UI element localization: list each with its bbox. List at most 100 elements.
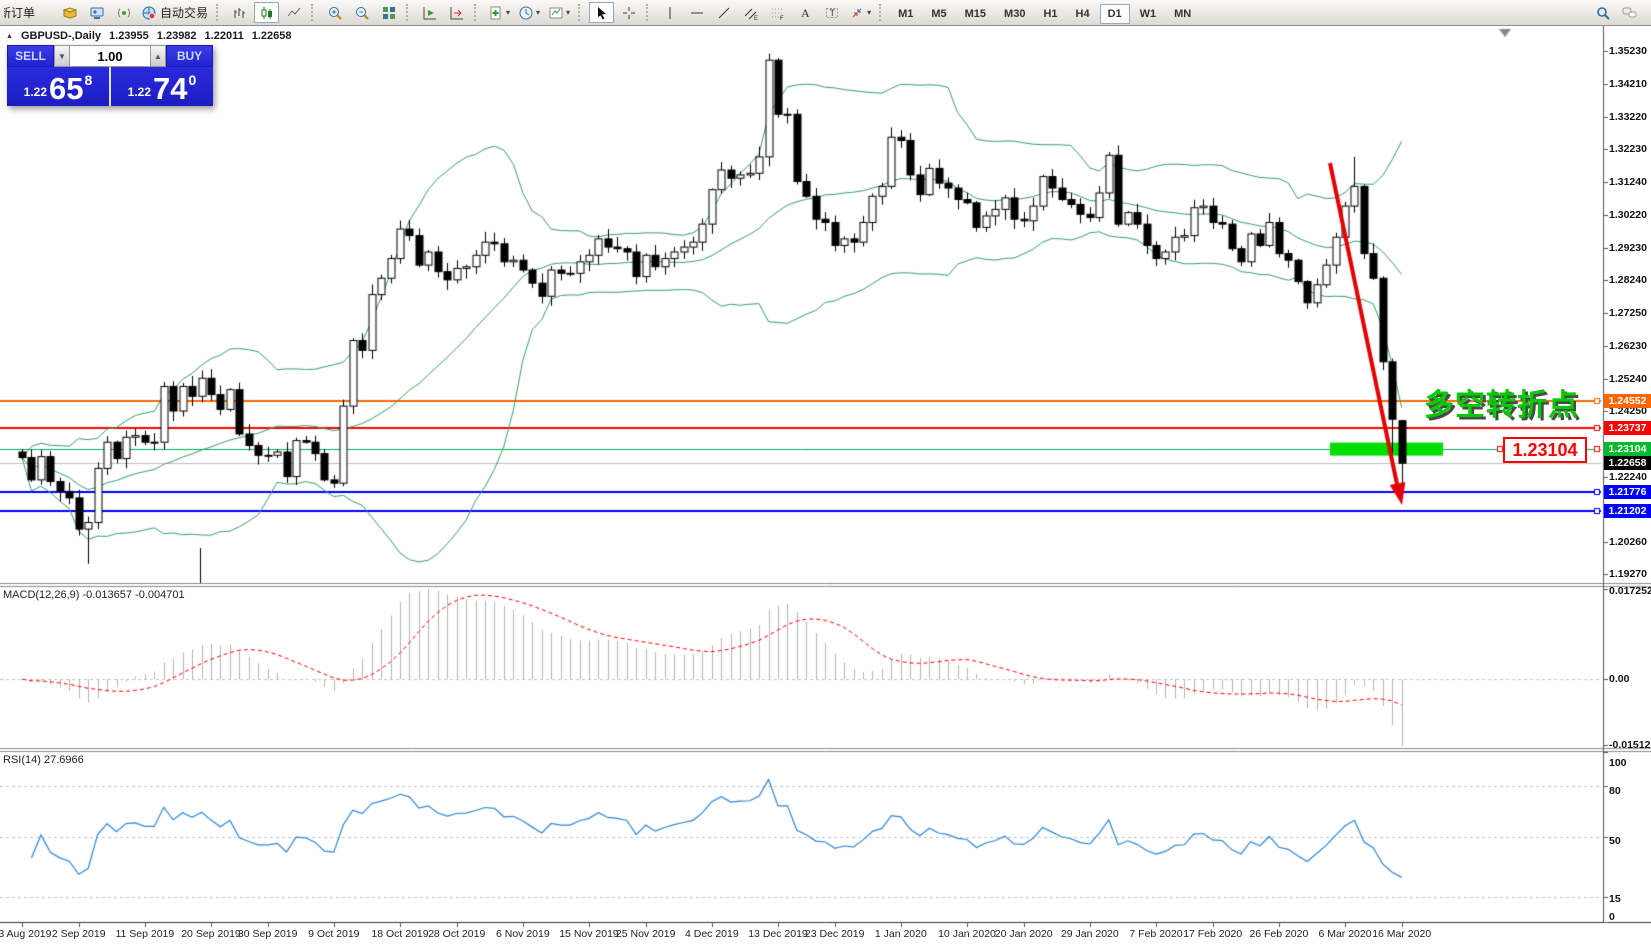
- toolbar-separator: [216, 4, 222, 21]
- autotrade-button[interactable]: 自动交易: [138, 2, 211, 23]
- templates-icon: [548, 5, 564, 21]
- search-icon: [1595, 5, 1611, 21]
- toolbar-separator: [311, 4, 317, 21]
- dropdown-caret: ▾: [536, 8, 540, 17]
- arrows-tool-icon: [849, 5, 865, 21]
- bar-open-value: 1.23955: [109, 30, 149, 42]
- fibonacci-tool-button[interactable]: F: [765, 2, 790, 23]
- candle-chart-icon: [259, 5, 275, 21]
- timeframe-button-D1[interactable]: D1: [1100, 4, 1130, 24]
- zoom-out-icon: [354, 5, 370, 21]
- trendline-icon: [716, 5, 732, 21]
- autotrade-icon: [141, 5, 157, 21]
- rsi-indicator-label: RSI(14) 27.6966: [3, 754, 84, 766]
- bar-chart-button[interactable]: [227, 2, 252, 23]
- timeframe-button-M30[interactable]: M30: [996, 4, 1033, 24]
- channel-tool-button[interactable]: E: [738, 2, 763, 23]
- fibonacci-icon: F: [770, 5, 786, 21]
- sell-price-sup: 8: [85, 72, 93, 88]
- toolbar-separator: [578, 4, 584, 21]
- symbol-collapse-icon[interactable]: ▲: [6, 33, 13, 40]
- periods-button[interactable]: ▾: [515, 2, 543, 23]
- cursor-icon: [594, 5, 610, 21]
- sell-button[interactable]: SELL: [7, 45, 54, 67]
- line-chart-button[interactable]: [281, 2, 306, 23]
- autoscroll-button[interactable]: [417, 2, 442, 23]
- line-chart-icon: [286, 5, 302, 21]
- price-chart-canvas[interactable]: [0, 0, 1651, 945]
- chat-button[interactable]: [1617, 2, 1642, 23]
- sell-price-big: 65: [49, 74, 83, 103]
- timeframe-button-M15[interactable]: M15: [957, 4, 994, 24]
- timeframe-button-H1[interactable]: H1: [1035, 4, 1065, 24]
- indicators-button[interactable]: ▾: [485, 2, 513, 23]
- market-watch-icon: [89, 5, 105, 21]
- cursor-button[interactable]: [589, 2, 614, 23]
- lot-value-field[interactable]: 1.00: [70, 45, 150, 67]
- lot-decrease-button[interactable]: ▼: [54, 45, 70, 67]
- bar-low-value: 1.22011: [205, 30, 244, 42]
- sell-price-display[interactable]: 1.22 65 8: [7, 67, 109, 106]
- text-label-icon: T: [824, 5, 840, 21]
- buy-price-sup: 0: [189, 72, 197, 88]
- timeframe-toolbar: M1M5M15M30H1H4D1W1MN: [889, 4, 1200, 22]
- buy-price-small: 1.22: [128, 85, 151, 99]
- templates-button[interactable]: ▾: [545, 2, 573, 23]
- zoom-out-button[interactable]: [349, 2, 374, 23]
- new-order-button[interactable]: 新订单: [3, 2, 55, 23]
- bar-chart-icon: [232, 5, 248, 21]
- buy-price-big: 74: [153, 74, 187, 103]
- toolbar-right-icons: [1589, 2, 1643, 23]
- chart-shift-button[interactable]: [444, 2, 469, 23]
- arrows-tool-button[interactable]: ▾: [846, 2, 874, 23]
- label-tool-button[interactable]: T: [819, 2, 844, 23]
- new-order-label: 新订单: [3, 4, 35, 21]
- toolbar-separator: [474, 4, 480, 21]
- crosshair-icon: [621, 5, 637, 21]
- trading-terminal-window: 新订单 自动交易 ▾ ▾ ▾ E F A T ▾ M1M5M15M30H1H4D…: [0, 0, 1651, 945]
- main-toolbar: 新订单 自动交易 ▾ ▾ ▾ E F A T ▾ M1M5M15M30H1H4D…: [0, 0, 1651, 26]
- bar-high-value: 1.23982: [157, 30, 197, 42]
- signal-icon: [116, 5, 132, 21]
- text-tool-button[interactable]: A: [792, 2, 817, 23]
- signal-button[interactable]: [111, 2, 136, 23]
- one-click-trading-panel: SELL ▼ 1.00 ▲ BUY 1.22 65 8 1.22 74 0: [7, 45, 213, 106]
- buy-button[interactable]: BUY: [166, 45, 213, 67]
- zoom-in-button[interactable]: [322, 2, 347, 23]
- vertical-line-icon: [662, 5, 678, 21]
- vertical-line-tool-button[interactable]: [657, 2, 682, 23]
- chat-icon: [1621, 5, 1638, 21]
- timeframe-button-M5[interactable]: M5: [923, 4, 954, 24]
- tile-windows-button[interactable]: [376, 2, 401, 23]
- autoscroll-icon: [422, 5, 438, 21]
- search-button[interactable]: [1590, 2, 1615, 23]
- svg-text:E: E: [754, 16, 758, 21]
- text-tool-icon: A: [797, 5, 813, 21]
- horizontal-line-tool-button[interactable]: [684, 2, 709, 23]
- lot-stepper: ▼ 1.00 ▲: [54, 45, 166, 67]
- candle-chart-button[interactable]: [254, 2, 279, 23]
- symbol-name: GBPUSD-,Daily: [21, 30, 101, 42]
- timeframe-button-W1[interactable]: W1: [1132, 4, 1165, 24]
- horizontal-line-icon: [689, 5, 705, 21]
- timeframe-button-M1[interactable]: M1: [890, 4, 921, 24]
- lot-increase-button[interactable]: ▲: [150, 45, 166, 67]
- turning-point-annotation[interactable]: 多空转折点: [1424, 380, 1579, 424]
- trendline-tool-button[interactable]: [711, 2, 736, 23]
- dropdown-caret: ▾: [506, 8, 510, 17]
- autotrade-label: 自动交易: [160, 4, 208, 21]
- timeframe-button-H4[interactable]: H4: [1068, 4, 1098, 24]
- dropdown-caret: ▾: [867, 8, 871, 17]
- history-center-button[interactable]: [57, 2, 82, 23]
- symbol-info-bar: ▲ GBPUSD-,Daily 1.23955 1.23982 1.22011 …: [6, 30, 291, 42]
- crosshair-button[interactable]: [616, 2, 641, 23]
- timeframe-button-MN[interactable]: MN: [1166, 4, 1199, 24]
- equidistant-channel-icon: E: [743, 5, 759, 21]
- sell-price-small: 1.22: [24, 85, 47, 99]
- tile-windows-icon: [381, 5, 397, 21]
- svg-text:F: F: [780, 16, 784, 21]
- price-annotation-box[interactable]: 1.23104: [1503, 437, 1587, 463]
- buy-price-display[interactable]: 1.22 74 0: [109, 67, 213, 106]
- market-watch-button[interactable]: [84, 2, 109, 23]
- dropdown-caret: ▾: [566, 8, 570, 17]
